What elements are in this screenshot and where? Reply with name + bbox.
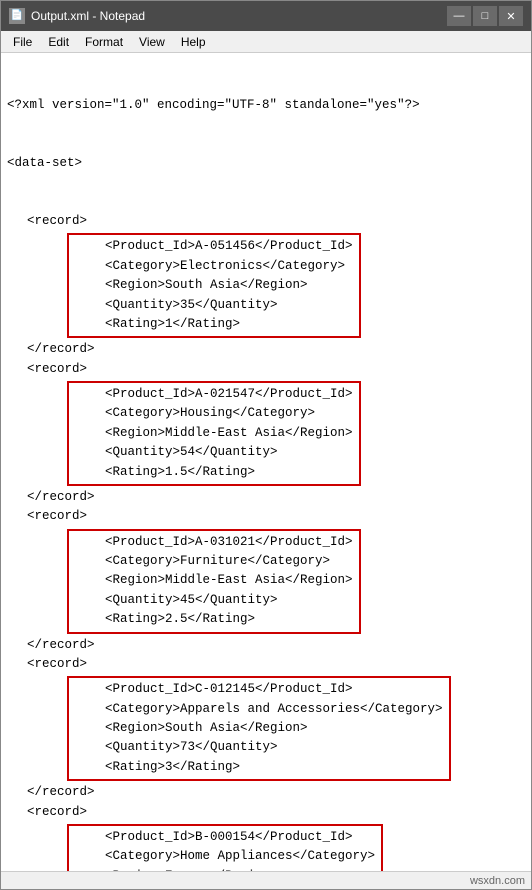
record-3-line-1: <Category>Apparels and Accessories</Cate…: [75, 700, 443, 719]
record-open-2: <record>: [7, 507, 525, 526]
record-block-4: <Product_Id>B-000154</Product_Id> <Categ…: [67, 824, 383, 871]
record-block-2: <Product_Id>A-031021</Product_Id> <Categ…: [67, 529, 361, 634]
content-area[interactable]: <?xml version="1.0" encoding="UTF-8" sta…: [1, 53, 531, 871]
record-open-3: <record>: [7, 655, 525, 674]
record-block-0: <Product_Id>A-051456</Product_Id> <Categ…: [67, 233, 361, 338]
record-open-4: <record>: [7, 803, 525, 822]
root-open: <data-set>: [7, 154, 525, 173]
app-icon: 📄: [9, 8, 25, 24]
record-close-1: </record>: [7, 488, 525, 507]
watermark: wsxdn.com: [470, 875, 525, 887]
record-group-1: <record> <Product_Id>A-021547</Product_I…: [7, 360, 525, 508]
record-3-line-4: <Rating>3</Rating>: [75, 758, 443, 777]
record-close-2: </record>: [7, 636, 525, 655]
record-1-line-4: <Rating>1.5</Rating>: [75, 463, 353, 482]
record-3-line-2: <Region>South Asia</Region>: [75, 719, 443, 738]
record-close-0: </record>: [7, 340, 525, 359]
record-open-1: <record>: [7, 360, 525, 379]
records-container: <record> <Product_Id>A-051456</Product_I…: [7, 212, 525, 871]
record-open-0: <record>: [7, 212, 525, 231]
record-0-line-4: <Rating>1</Rating>: [75, 315, 353, 334]
record-3-line-3: <Quantity>73</Quantity>: [75, 738, 443, 757]
record-1-line-2: <Region>Middle-East Asia</Region>: [75, 424, 353, 443]
record-4-line-1: <Category>Home Appliances</Category>: [75, 847, 375, 866]
title-bar-left: 📄 Output.xml - Notepad: [9, 8, 145, 24]
status-bar: wsxdn.com: [1, 871, 531, 889]
record-0-line-1: <Category>Electronics</Category>: [75, 257, 353, 276]
window-controls: — □ ✕: [447, 6, 523, 26]
record-2-line-4: <Rating>2.5</Rating>: [75, 610, 353, 629]
main-window: 📄 Output.xml - Notepad — □ ✕ File Edit F…: [0, 0, 532, 890]
xml-declaration: <?xml version="1.0" encoding="UTF-8" sta…: [7, 96, 525, 115]
minimize-button[interactable]: —: [447, 6, 471, 26]
record-2-line-0: <Product_Id>A-031021</Product_Id>: [75, 533, 353, 552]
close-button[interactable]: ✕: [499, 6, 523, 26]
record-4-line-0: <Product_Id>B-000154</Product_Id>: [75, 828, 375, 847]
record-4-line-2: <Region>Europe</Region>: [75, 867, 375, 871]
menu-file[interactable]: File: [5, 33, 40, 51]
menu-edit[interactable]: Edit: [40, 33, 77, 51]
record-0-line-3: <Quantity>35</Quantity>: [75, 296, 353, 315]
record-group-4: <record> <Product_Id>B-000154</Product_I…: [7, 803, 525, 872]
record-close-3: </record>: [7, 783, 525, 802]
menu-bar: File Edit Format View Help: [1, 31, 531, 53]
title-bar: 📄 Output.xml - Notepad — □ ✕: [1, 1, 531, 31]
xml-editor: <?xml version="1.0" encoding="UTF-8" sta…: [7, 57, 525, 212]
record-group-3: <record> <Product_Id>C-012145</Product_I…: [7, 655, 525, 803]
record-block-3: <Product_Id>C-012145</Product_Id> <Categ…: [67, 676, 451, 781]
record-group-0: <record> <Product_Id>A-051456</Product_I…: [7, 212, 525, 360]
record-2-line-2: <Region>Middle-East Asia</Region>: [75, 571, 353, 590]
record-block-1: <Product_Id>A-021547</Product_Id> <Categ…: [67, 381, 361, 486]
maximize-button[interactable]: □: [473, 6, 497, 26]
record-0-line-0: <Product_Id>A-051456</Product_Id>: [75, 237, 353, 256]
record-2-line-1: <Category>Furniture</Category>: [75, 552, 353, 571]
menu-format[interactable]: Format: [77, 33, 131, 51]
menu-view[interactable]: View: [131, 33, 173, 51]
record-3-line-0: <Product_Id>C-012145</Product_Id>: [75, 680, 443, 699]
record-group-2: <record> <Product_Id>A-031021</Product_I…: [7, 507, 525, 655]
record-1-line-1: <Category>Housing</Category>: [75, 404, 353, 423]
record-0-line-2: <Region>South Asia</Region>: [75, 276, 353, 295]
record-2-line-3: <Quantity>45</Quantity>: [75, 591, 353, 610]
record-1-line-3: <Quantity>54</Quantity>: [75, 443, 353, 462]
menu-help[interactable]: Help: [173, 33, 214, 51]
record-1-line-0: <Product_Id>A-021547</Product_Id>: [75, 385, 353, 404]
window-title: Output.xml - Notepad: [31, 9, 145, 23]
